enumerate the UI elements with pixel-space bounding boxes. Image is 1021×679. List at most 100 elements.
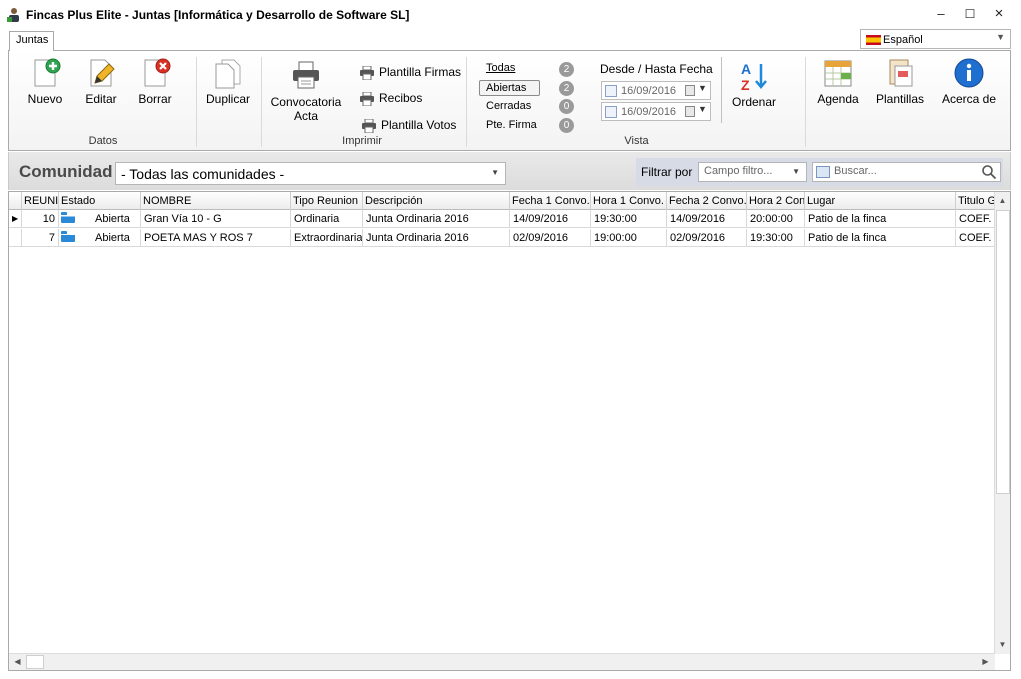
scroll-down-icon[interactable]: ▼ bbox=[995, 637, 1010, 652]
cell-descripcion: Junta Ordinaria 2016 bbox=[363, 210, 510, 228]
calendar-icon bbox=[685, 106, 695, 117]
column-header-descripcion[interactable]: Descripción bbox=[363, 192, 510, 210]
calendar-agenda-icon bbox=[824, 60, 852, 87]
desde-date-value: 16/09/2016 bbox=[621, 85, 677, 97]
cell-nombre: POETA MAS Y ROS 7 bbox=[141, 229, 291, 247]
table-row[interactable]: ▶ 10 Abierta Gran Vía 10 - G Ordinaria J… bbox=[9, 210, 995, 228]
folder-open-icon bbox=[61, 231, 75, 242]
tab-juntas[interactable]: Juntas bbox=[9, 31, 55, 51]
search-icon[interactable] bbox=[981, 164, 997, 180]
grid-header: REUNIO Estado NOMBRE Tipo Reunion Descri… bbox=[9, 192, 999, 210]
scroll-up-icon[interactable]: ▲ bbox=[995, 193, 1010, 208]
svg-text:A: A bbox=[741, 61, 751, 77]
duplicar-button[interactable]: Duplicar bbox=[202, 57, 254, 107]
duplicate-icon bbox=[215, 59, 241, 89]
cell-estado: Abierta bbox=[59, 229, 141, 247]
cell-fecha1: 02/09/2016 bbox=[510, 229, 591, 247]
chevron-down-icon: ▼ bbox=[792, 167, 800, 176]
language-select[interactable]: Español ▼ bbox=[860, 29, 1011, 49]
group-label-vista: Vista bbox=[624, 135, 649, 147]
cell-hora2: 19:30:00 bbox=[747, 229, 805, 247]
divider bbox=[196, 57, 197, 147]
acta-label: Acta bbox=[293, 109, 318, 123]
window-title: Fincas Plus Elite - Juntas [Informática … bbox=[26, 8, 410, 22]
divider bbox=[466, 57, 467, 147]
todas-count-badge: 2 bbox=[559, 62, 574, 77]
cell-nombre: Gran Vía 10 - G bbox=[141, 210, 291, 228]
desde-date-picker[interactable]: 16/09/2016 ▼ bbox=[601, 81, 711, 100]
filter-panel: Filtrar por Campo filtro... ▼ Buscar... bbox=[636, 158, 1003, 186]
nuevo-button[interactable]: Nuevo bbox=[23, 57, 67, 107]
borrar-button[interactable]: Borrar bbox=[133, 57, 177, 107]
column-header-tipo-reunion[interactable]: Tipo Reunion bbox=[291, 192, 363, 210]
comunidad-bar: Comunidad - Todas las comunidades - ▼ Fi… bbox=[8, 152, 1011, 190]
search-input[interactable]: Buscar... bbox=[812, 162, 1001, 182]
plantillas-button[interactable]: Plantillas bbox=[874, 57, 926, 107]
maximize-icon[interactable]: ☐ bbox=[963, 7, 977, 21]
cell-lugar: Patio de la finca bbox=[805, 229, 956, 247]
column-header-estado[interactable]: Estado bbox=[59, 192, 141, 210]
chevron-down-icon: ▼ bbox=[996, 32, 1005, 42]
cerradas-count-badge: 0 bbox=[559, 99, 574, 114]
vertical-scrollbar[interactable]: ▲ ▼ bbox=[994, 192, 1010, 654]
scroll-left-icon[interactable]: ◀ bbox=[10, 654, 25, 669]
column-header-titulo[interactable]: Titulo G bbox=[956, 192, 995, 210]
vista-pte-firma-link[interactable]: Pte. Firma bbox=[486, 118, 537, 134]
filtrar-por-label: Filtrar por bbox=[641, 165, 693, 179]
chevron-down-icon: ▼ bbox=[491, 168, 499, 177]
minimize-icon[interactable]: – bbox=[934, 7, 948, 21]
abiertas-count-badge: 2 bbox=[559, 81, 574, 96]
column-header-hora2[interactable]: Hora 2 Con bbox=[747, 192, 805, 210]
hasta-checkbox[interactable] bbox=[605, 106, 617, 118]
sort-az-icon: AZ bbox=[741, 61, 767, 92]
printer-small-icon bbox=[360, 91, 374, 106]
column-header-lugar[interactable]: Lugar bbox=[805, 192, 956, 210]
table-row[interactable]: 7 Abierta POETA MAS Y ROS 7 Extraordinar… bbox=[9, 229, 995, 247]
new-document-icon bbox=[34, 58, 61, 87]
convocatoria-acta-button[interactable]: Convocatoria Acta bbox=[269, 59, 343, 123]
cell-hora1: 19:30:00 bbox=[591, 210, 667, 228]
cell-estado: Abierta bbox=[59, 210, 141, 228]
divider bbox=[805, 57, 806, 147]
horizontal-scrollbar[interactable]: ◀ ▶ bbox=[9, 653, 995, 670]
cell-lugar: Patio de la finca bbox=[805, 210, 956, 228]
column-header-hora1[interactable]: Hora 1 Convo. bbox=[591, 192, 667, 210]
plantilla-votos-button[interactable]: Plantilla Votos bbox=[361, 115, 456, 135]
cell-fecha2: 14/09/2016 bbox=[667, 210, 747, 228]
vista-abiertas-link[interactable]: Abiertas bbox=[479, 80, 540, 96]
chevron-down-icon: ▼ bbox=[698, 83, 707, 93]
ordenar-button[interactable]: AZ Ordenar bbox=[730, 60, 778, 110]
vista-cerradas-link[interactable]: Cerradas bbox=[486, 99, 531, 115]
title-bar: Fincas Plus Elite - Juntas [Informática … bbox=[0, 0, 1021, 30]
scroll-thumb[interactable] bbox=[996, 210, 1010, 494]
acerca-de-button[interactable]: Acerca de bbox=[941, 57, 997, 107]
desde-checkbox[interactable] bbox=[605, 85, 617, 97]
cell-titulo: COEF. I bbox=[956, 210, 995, 228]
column-header-fecha2[interactable]: Fecha 2 Convo. bbox=[667, 192, 747, 210]
group-label-datos: Datos bbox=[88, 135, 118, 147]
campo-filtro-select[interactable]: Campo filtro... ▼ bbox=[698, 162, 807, 182]
scroll-right-icon[interactable]: ▶ bbox=[978, 654, 993, 669]
cell-titulo: COEF. I bbox=[956, 229, 995, 247]
editar-button[interactable]: Editar bbox=[79, 57, 123, 107]
column-header-reunion[interactable]: REUNIO bbox=[22, 192, 59, 210]
search-placeholder: Buscar... bbox=[834, 165, 877, 177]
column-header-fecha1[interactable]: Fecha 1 Convo. bbox=[510, 192, 591, 210]
cell-reunion: 7 bbox=[22, 229, 59, 247]
scroll-thumb-horizontal[interactable] bbox=[26, 655, 44, 669]
row-pointer-icon: ▶ bbox=[9, 210, 22, 228]
pte-firma-count-badge: 0 bbox=[559, 118, 574, 133]
close-icon[interactable]: × bbox=[992, 6, 1006, 21]
info-icon bbox=[954, 58, 984, 88]
column-header-nombre[interactable]: NOMBRE bbox=[141, 192, 291, 210]
plantilla-firmas-button[interactable]: Plantilla Firmas bbox=[359, 62, 461, 82]
vista-todas-link[interactable]: Todas bbox=[486, 61, 515, 77]
agenda-button[interactable]: Agenda bbox=[814, 57, 862, 107]
hasta-date-picker[interactable]: 16/09/2016 ▼ bbox=[601, 102, 711, 121]
printer-icon bbox=[293, 61, 319, 89]
recibos-button[interactable]: Recibos bbox=[359, 88, 422, 108]
delete-icon bbox=[144, 58, 171, 87]
ribbon: Nuevo Editar Borrar Datos Duplicar Convo… bbox=[8, 50, 1011, 151]
comunidad-select[interactable]: - Todas las comunidades - ▼ bbox=[115, 162, 506, 185]
cell-hora1: 19:00:00 bbox=[591, 229, 667, 247]
